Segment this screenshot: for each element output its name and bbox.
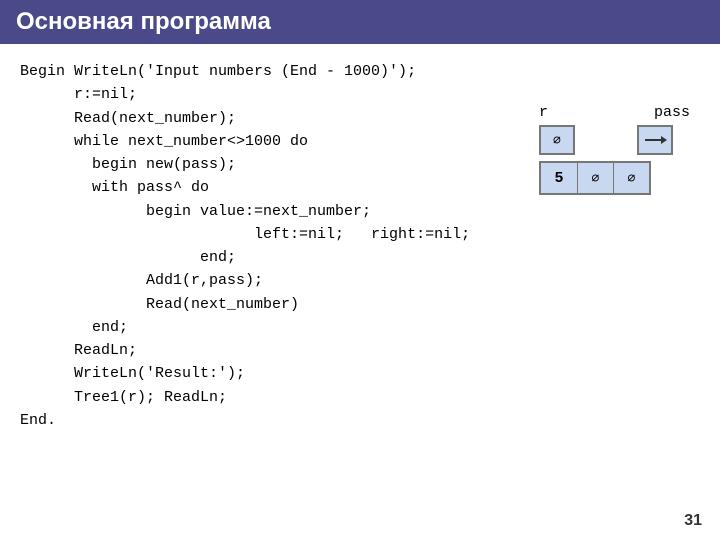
diagram-row1: ∅ xyxy=(539,125,690,155)
diagram: r pass ∅ xyxy=(539,104,690,195)
diagram-row2: 5 ∅ ∅ xyxy=(539,161,690,195)
pass-label: pass xyxy=(654,104,690,121)
header: Основная программа xyxy=(0,0,720,44)
node-right-nil: ∅ xyxy=(613,163,649,193)
pass-box xyxy=(637,125,673,155)
pass-pointer xyxy=(637,125,673,155)
pass-arrow-icon xyxy=(643,133,667,147)
node-box: 5 ∅ ∅ xyxy=(539,161,651,195)
page-title: Основная программа xyxy=(16,8,271,36)
node-value: 5 xyxy=(541,163,577,193)
diagram-labels: r pass xyxy=(539,104,690,121)
r-nil-symbol: ∅ xyxy=(553,133,561,148)
main-content: Begin WriteLn('Input numbers (End - 1000… xyxy=(0,44,720,448)
r-label: r xyxy=(539,104,548,121)
r-box: ∅ xyxy=(539,125,575,155)
node-left-nil: ∅ xyxy=(577,163,613,193)
page-number: 31 xyxy=(684,512,702,530)
